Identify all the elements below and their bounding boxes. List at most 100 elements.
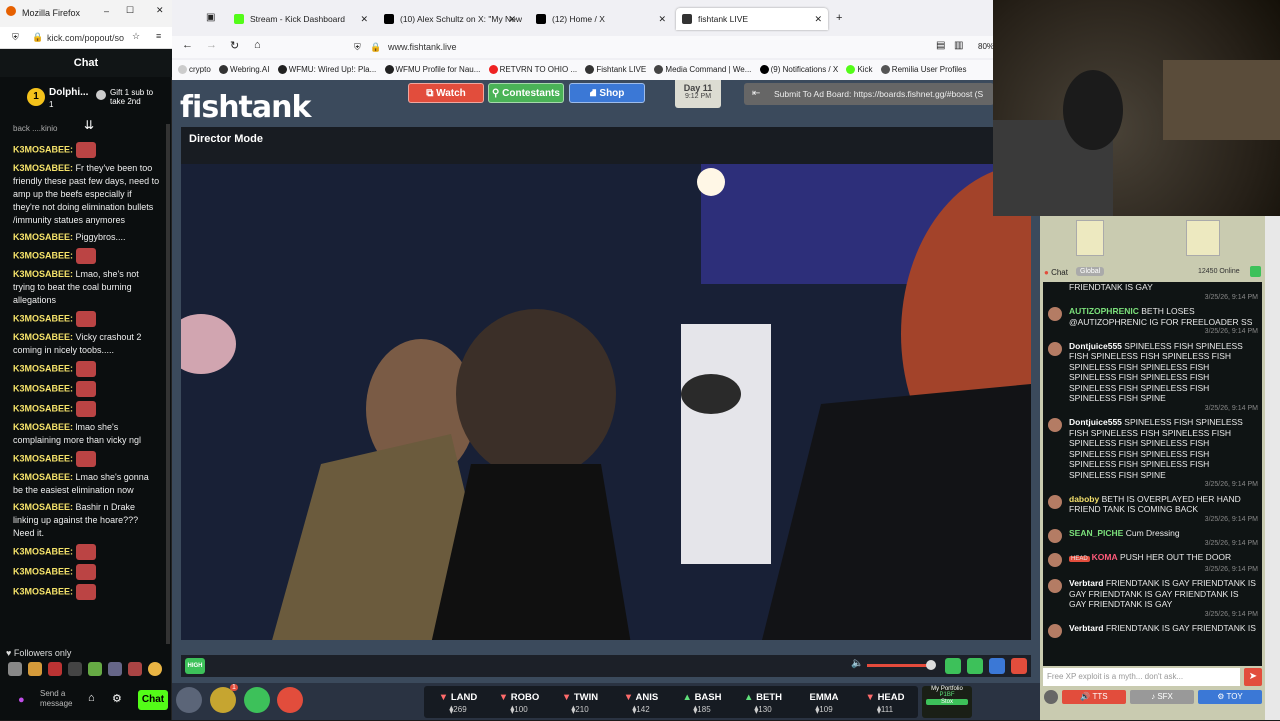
- bookmark-item[interactable]: Fishtank LIVE: [585, 60, 646, 80]
- close-tab-icon[interactable]: ✕: [508, 8, 516, 30]
- contestant-stock[interactable]: ▼ LAND ⧫269: [428, 691, 488, 721]
- user-avatar[interactable]: [1048, 307, 1062, 321]
- kick-urlbar[interactable]: ⛨ 🔒 kick.com/popout/so ☆ ≡: [0, 27, 172, 49]
- watch-button[interactable]: ⧉ Watch: [408, 83, 484, 103]
- menu-icon[interactable]: ≡: [156, 31, 161, 41]
- page-scrollbar[interactable]: [1265, 216, 1280, 720]
- emote-row[interactable]: [6, 662, 166, 678]
- chat-username[interactable]: KOMA: [1092, 552, 1118, 562]
- global-tab[interactable]: Global: [1076, 267, 1105, 276]
- extension-icon[interactable]: ▤: [936, 40, 945, 51]
- items-icon[interactable]: [277, 687, 303, 713]
- forward-icon[interactable]: →: [206, 39, 217, 51]
- chat-username[interactable]: Dontjuice555: [1069, 341, 1122, 351]
- kick-username[interactable]: K3MOSABEE:: [13, 144, 73, 154]
- emote-icon[interactable]: [68, 662, 82, 676]
- fullscreen-icon[interactable]: [989, 658, 1005, 674]
- contestants-button[interactable]: ⚲ Contestants: [488, 83, 564, 103]
- back-icon[interactable]: ←: [182, 39, 193, 51]
- live-video-feed[interactable]: [181, 164, 1031, 640]
- scroll-down-icon[interactable]: ⇊: [84, 118, 94, 132]
- kick-username[interactable]: K3MOSABEE:: [13, 586, 73, 596]
- message-input[interactable]: Send a message: [40, 689, 86, 709]
- kick-username[interactable]: K3MOSABEE:: [13, 363, 73, 373]
- new-tab-icon[interactable]: +: [836, 12, 842, 24]
- contestant-stock[interactable]: ▲ BETH ⧫130: [733, 691, 793, 721]
- bookmark-item[interactable]: crypto: [178, 60, 211, 80]
- kick-username[interactable]: K3MOSABEE:: [13, 383, 73, 393]
- kick-username[interactable]: K3MOSABEE:: [13, 269, 73, 279]
- volume-slider[interactable]: [867, 664, 931, 667]
- emote-icon[interactable]: [148, 662, 162, 676]
- kick-username[interactable]: K3MOSABEE:: [13, 163, 73, 173]
- minimize-icon[interactable]: –: [104, 6, 109, 16]
- user-avatar[interactable]: [1048, 624, 1062, 638]
- chat-username[interactable]: AUTIZOPHRENIC: [1069, 306, 1139, 316]
- kick-username[interactable]: K3MOSABEE:: [13, 313, 73, 323]
- fishtank-logo[interactable]: fishtank: [180, 90, 311, 125]
- zoom-level[interactable]: 80%: [978, 42, 994, 51]
- user-avatar[interactable]: [1048, 579, 1062, 593]
- bookmark-item[interactable]: (9) Notifications / X: [759, 60, 838, 80]
- emote-icon[interactable]: [48, 662, 62, 676]
- chat-username[interactable]: Verbtard: [1069, 578, 1104, 588]
- tab-alex-schultz[interactable]: (10) Alex Schultz on X: "My New ✕: [378, 8, 522, 30]
- url-bar[interactable]: ⛨ 🔒 www.fishtank.live: [348, 39, 908, 56]
- clip-icon[interactable]: [945, 658, 961, 674]
- home-icon[interactable]: ⌂: [254, 39, 261, 51]
- emote-icon[interactable]: [88, 662, 102, 676]
- gift-box-icon[interactable]: ⌂: [88, 692, 95, 704]
- user-avatar[interactable]: [1048, 553, 1062, 567]
- quality-badge[interactable]: HIGH: [185, 658, 205, 674]
- tab-kick-dashboard[interactable]: Stream - Kick Dashboard ✕: [228, 8, 374, 30]
- volume-icon[interactable]: 🔈: [851, 658, 863, 669]
- kick-username[interactable]: K3MOSABEE:: [13, 546, 73, 556]
- shop-button[interactable]: ⛘ Shop: [569, 83, 645, 103]
- portfolio-box[interactable]: My Portfolio P1BF Stox: [922, 686, 972, 718]
- record-icon[interactable]: [1011, 658, 1027, 674]
- user-avatar[interactable]: [1048, 418, 1062, 432]
- tab-list-icon[interactable]: ▣: [206, 12, 215, 23]
- bookmark-item[interactable]: WFMU Profile for Nau...: [384, 60, 480, 80]
- chat-username[interactable]: Verbtard: [1069, 623, 1104, 633]
- settings-icon[interactable]: [176, 687, 202, 713]
- contestant-stock[interactable]: ▼ ROBO ⧫100: [489, 691, 549, 721]
- emote-icon[interactable]: [108, 662, 122, 676]
- chat-tab[interactable]: ● Chat: [1044, 268, 1068, 277]
- contestant-stock[interactable]: EMMA ⧫109: [794, 691, 854, 721]
- kick-username[interactable]: K3MOSABEE:: [13, 403, 73, 413]
- user-avatar[interactable]: [1048, 494, 1062, 509]
- kick-username[interactable]: K3MOSABEE:: [13, 502, 73, 512]
- kick-username[interactable]: K3MOSABEE:: [13, 453, 73, 463]
- bookmark-item[interactable]: Media Command | We...: [654, 60, 751, 80]
- user-avatar[interactable]: [1048, 341, 1062, 356]
- maximize-icon[interactable]: ☐: [126, 5, 134, 16]
- contestant-stock[interactable]: ▼ TWIN ⧫210: [550, 691, 610, 721]
- bookmarks-icon[interactable]: ▥: [954, 40, 963, 51]
- contestant-stock[interactable]: ▼ HEAD ⧫111: [855, 691, 915, 721]
- pip-icon[interactable]: [967, 658, 983, 674]
- reload-icon[interactable]: ↻: [230, 39, 239, 52]
- users-icon[interactable]: [1250, 266, 1261, 277]
- kick-username[interactable]: K3MOSABEE:: [13, 566, 73, 576]
- kick-username[interactable]: K3MOSABEE:: [13, 422, 73, 432]
- chat-input[interactable]: Free XP exploit is a myth... don't ask..…: [1043, 668, 1240, 686]
- mic-icon[interactable]: ●: [18, 694, 25, 706]
- contestant-stock[interactable]: ▲ BASH ⧫185: [672, 691, 732, 721]
- chat-username[interactable]: Dontjuice555: [1069, 417, 1122, 427]
- toy-button[interactable]: ⚙ TOY: [1198, 690, 1262, 704]
- bookmark-star-icon[interactable]: ☆: [132, 31, 140, 42]
- kick-username[interactable]: K3MOSABEE:: [13, 472, 73, 482]
- emote-icon[interactable]: [28, 662, 42, 676]
- kick-username[interactable]: K3MOSABEE:: [13, 332, 73, 342]
- kick-username[interactable]: K3MOSABEE:: [13, 232, 73, 242]
- emote-icon[interactable]: [8, 662, 22, 676]
- bookmark-item[interactable]: RETVRN TO OHIO ...: [488, 60, 577, 80]
- bookmark-item[interactable]: Webring.AI: [219, 60, 269, 80]
- kick-username[interactable]: K3MOSABEE:: [13, 250, 73, 260]
- stox-button[interactable]: Stox: [926, 699, 968, 705]
- emote-icon[interactable]: [128, 662, 142, 676]
- volume-handle[interactable]: [926, 660, 936, 670]
- close-tab-icon[interactable]: ✕: [658, 8, 666, 30]
- contestant-stock[interactable]: ▼ ANIS ⧫142: [611, 691, 671, 721]
